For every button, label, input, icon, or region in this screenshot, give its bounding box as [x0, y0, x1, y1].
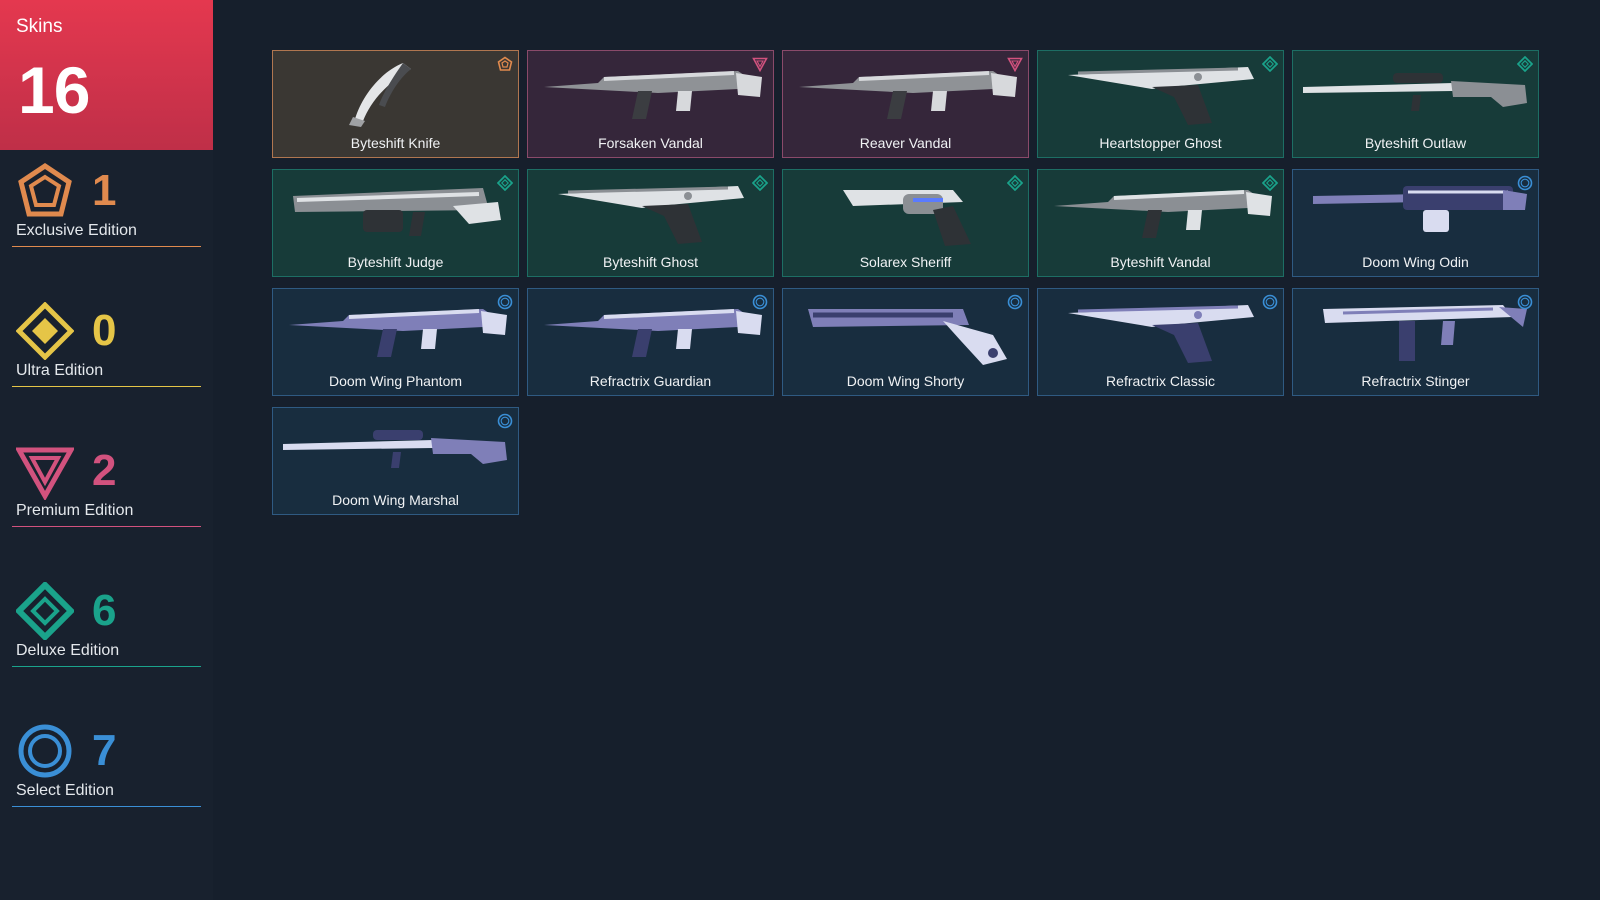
tier-select-icon	[1517, 294, 1533, 310]
weapon-image	[283, 295, 508, 367]
sidebar: Skins 16 1 Exclusive Edition 0 Ultra Edi…	[0, 0, 213, 900]
skin-name: Forsaken Vandal	[598, 135, 703, 151]
skins-header: Skins 16	[0, 0, 213, 150]
skin-name: Byteshift Judge	[347, 254, 444, 270]
tier-select-icon	[1517, 175, 1533, 191]
weapon-image	[283, 414, 508, 486]
edition-count: 1	[92, 166, 117, 215]
edition-premium[interactable]: 2 Premium Edition	[12, 442, 201, 542]
weapon-image	[1303, 295, 1528, 367]
skin-card[interactable]: Solarex Sheriff	[782, 169, 1029, 277]
weapon-image	[793, 295, 1018, 367]
weapon-image	[1303, 176, 1528, 248]
skin-name: Byteshift Vandal	[1110, 254, 1211, 270]
edition-label: Deluxe Edition	[16, 642, 120, 659]
tier-deluxe-icon	[1262, 56, 1278, 72]
edition-ultra[interactable]: 0 Ultra Edition	[12, 302, 201, 402]
skin-name: Refractrix Classic	[1106, 373, 1215, 389]
select-circle-icon	[16, 722, 74, 780]
tier-select-icon	[497, 294, 513, 310]
skin-card[interactable]: Doom Wing Marshal	[272, 407, 519, 515]
edition-deluxe[interactable]: 6 Deluxe Edition	[12, 582, 201, 682]
tier-deluxe-icon	[497, 175, 513, 191]
weapon-image	[283, 57, 508, 129]
deluxe-diamond-icon	[16, 582, 74, 640]
skin-name: Doom Wing Phantom	[328, 373, 463, 389]
skin-card[interactable]: Refractrix Classic	[1037, 288, 1284, 396]
skin-card[interactable]: Reaver Vandal	[782, 50, 1029, 158]
exclusive-pentagon-icon	[16, 162, 74, 220]
skin-card[interactable]: Doom Wing Phantom	[272, 288, 519, 396]
weapon-image	[793, 57, 1018, 129]
edition-count: 2	[92, 446, 117, 495]
edition-divider	[12, 246, 201, 247]
skin-card[interactable]: Byteshift Judge	[272, 169, 519, 277]
tier-premium-icon	[752, 56, 768, 72]
skin-name: Heartstopper Ghost	[1099, 135, 1222, 151]
skins-label: Skins	[16, 16, 63, 37]
edition-divider	[12, 526, 201, 527]
skin-name: Byteshift Ghost	[603, 254, 698, 270]
skin-card[interactable]: Byteshift Ghost	[527, 169, 774, 277]
skin-card[interactable]: Byteshift Vandal	[1037, 169, 1284, 277]
edition-label: Ultra Edition	[16, 362, 104, 379]
weapon-image	[283, 176, 508, 248]
premium-triangle-icon	[16, 442, 74, 500]
edition-count: 7	[92, 726, 117, 775]
weapon-image	[538, 176, 763, 248]
edition-exclusive[interactable]: 1 Exclusive Edition	[12, 162, 201, 262]
skin-name: Refractrix Guardian	[589, 373, 712, 389]
weapon-image	[538, 57, 763, 129]
weapon-image	[538, 295, 763, 367]
skin-card[interactable]: Doom Wing Shorty	[782, 288, 1029, 396]
weapon-image	[1048, 57, 1273, 129]
skin-name: Solarex Sheriff	[859, 254, 952, 270]
edition-count: 6	[92, 586, 117, 635]
edition-label: Exclusive Edition	[16, 222, 137, 239]
skin-card[interactable]: Refractrix Stinger	[1292, 288, 1539, 396]
edition-label: Select Edition	[16, 782, 114, 799]
ultra-diamond-icon	[16, 302, 74, 360]
skin-card[interactable]: Forsaken Vandal	[527, 50, 774, 158]
skin-name: Refractrix Stinger	[1361, 373, 1470, 389]
skin-name: Doom Wing Shorty	[846, 373, 965, 389]
skin-name: Reaver Vandal	[859, 135, 952, 151]
skin-card[interactable]: Byteshift Knife	[272, 50, 519, 158]
skin-card[interactable]: Doom Wing Odin	[1292, 169, 1539, 277]
edition-divider	[12, 806, 201, 807]
skins-count: 16	[18, 53, 90, 127]
edition-divider	[12, 386, 201, 387]
tier-premium-icon	[1007, 56, 1023, 72]
edition-label: Premium Edition	[16, 502, 134, 519]
tier-deluxe-icon	[1517, 56, 1533, 72]
skin-name: Doom Wing Odin	[1362, 254, 1469, 270]
tier-exclusive-icon	[497, 56, 513, 72]
edition-count: 0	[92, 306, 117, 355]
skin-name: Byteshift Outlaw	[1364, 135, 1467, 151]
skins-grid: Byteshift Knife Forsaken Vandal Reaver Van…	[272, 50, 1542, 515]
tier-select-icon	[497, 413, 513, 429]
tier-deluxe-icon	[752, 175, 768, 191]
tier-deluxe-icon	[1262, 175, 1278, 191]
tier-select-icon	[1007, 294, 1023, 310]
skin-card[interactable]: Heartstopper Ghost	[1037, 50, 1284, 158]
weapon-image	[1303, 57, 1528, 129]
skin-card[interactable]: Refractrix Guardian	[527, 288, 774, 396]
edition-select[interactable]: 7 Select Edition	[12, 722, 201, 822]
tier-deluxe-icon	[1007, 175, 1023, 191]
tier-select-icon	[752, 294, 768, 310]
edition-divider	[12, 666, 201, 667]
weapon-image	[793, 176, 1018, 248]
weapon-image	[1048, 295, 1273, 367]
skin-name: Byteshift Knife	[350, 135, 441, 151]
skin-name: Doom Wing Marshal	[332, 492, 459, 508]
weapon-image	[1048, 176, 1273, 248]
tier-select-icon	[1262, 294, 1278, 310]
skin-card[interactable]: Byteshift Outlaw	[1292, 50, 1539, 158]
